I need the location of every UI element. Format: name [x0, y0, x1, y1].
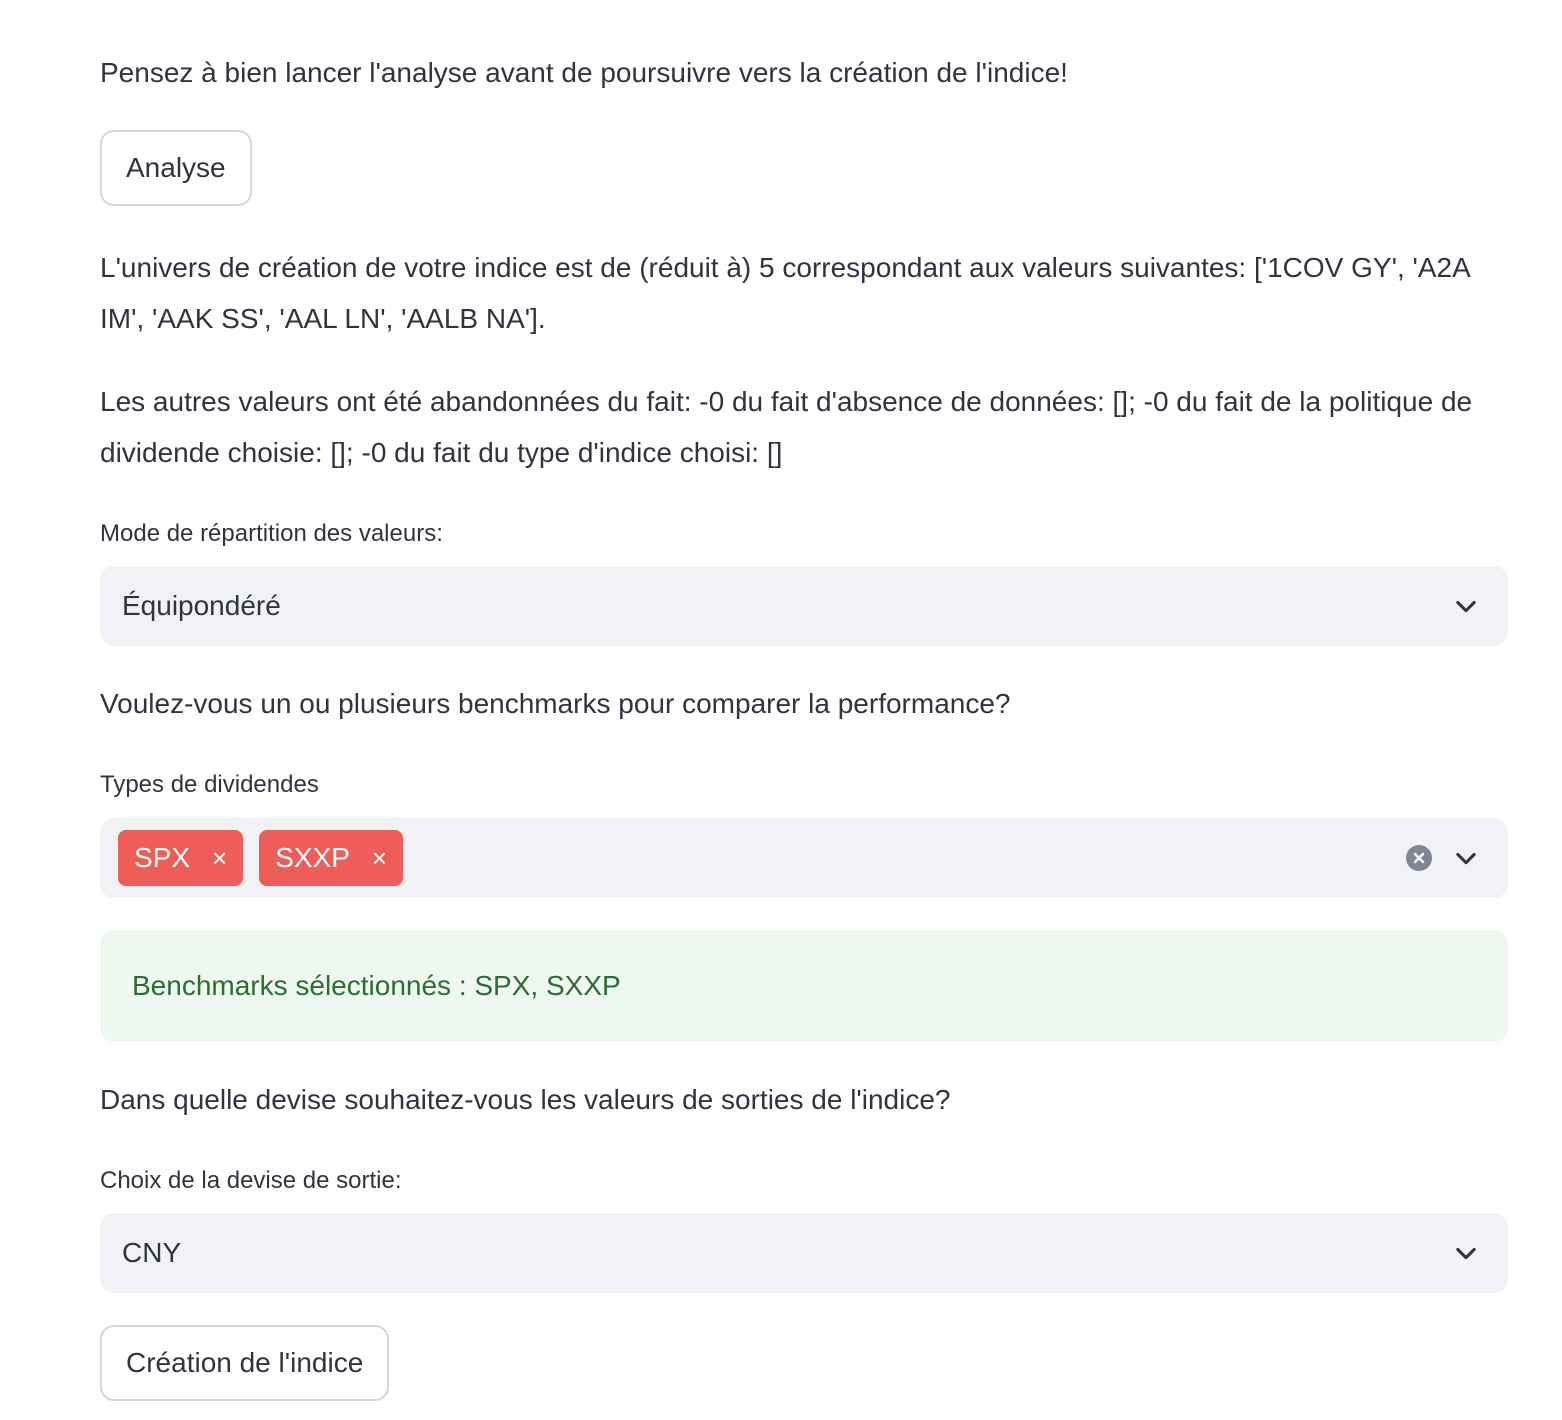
- currency-select[interactable]: CNY: [100, 1213, 1508, 1293]
- currency-label: Choix de la devise de sortie:: [100, 1167, 402, 1194]
- tag-label: SXXP: [275, 842, 350, 873]
- currency-question: Dans quelle devise souhaitez-vous les va…: [100, 1084, 951, 1115]
- dropped-values-text: Les autres valeurs ont été abandonnées d…: [100, 386, 1473, 468]
- chevron-down-icon[interactable]: [1452, 592, 1480, 620]
- currency-selected-value: CNY: [122, 1237, 182, 1268]
- tag-remove-icon[interactable]: ×: [212, 845, 227, 871]
- weighting-label: Mode de répartition des valeurs:: [100, 520, 443, 547]
- benchmark-success-alert: Benchmarks sélectionnés : SPX, SXXP: [100, 930, 1508, 1042]
- intro-text: Pensez à bien lancer l'analyse avant de …: [100, 57, 1068, 88]
- universe-text: L'univers de création de votre indice es…: [100, 252, 1470, 334]
- benchmark-alert-text: Benchmarks sélectionnés : SPX, SXXP: [132, 970, 621, 1001]
- chevron-down-icon[interactable]: [1452, 1239, 1480, 1267]
- clear-all-icon[interactable]: [1406, 845, 1432, 871]
- create-index-button[interactable]: Création de l'indice: [100, 1325, 390, 1401]
- tag-spx: SPX ×: [118, 830, 244, 886]
- analyse-button[interactable]: Analyse: [100, 130, 252, 206]
- weighting-select[interactable]: Équipondéré: [100, 566, 1508, 646]
- dividends-multiselect[interactable]: SPX × SXXP ×: [100, 818, 1508, 898]
- tag-label: SPX: [134, 842, 191, 873]
- chevron-down-icon[interactable]: [1452, 844, 1480, 872]
- dividends-label: Types de dividendes: [100, 771, 319, 798]
- tag-remove-icon[interactable]: ×: [372, 845, 387, 871]
- tag-sxxp: SXXP ×: [259, 830, 404, 886]
- benchmark-question: Voulez-vous un ou plusieurs benchmarks p…: [100, 688, 1011, 719]
- weighting-selected-value: Équipondéré: [122, 590, 281, 621]
